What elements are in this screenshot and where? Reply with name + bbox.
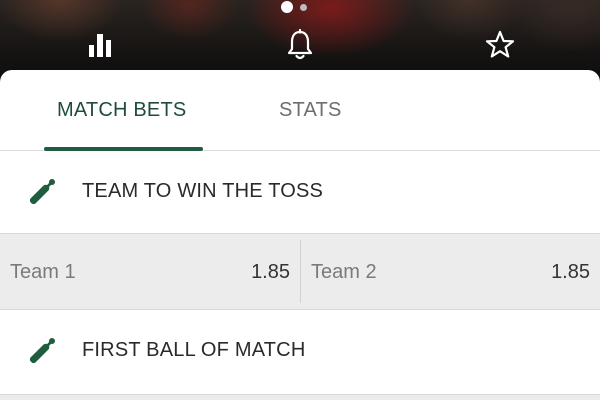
bell-icon[interactable] [282, 28, 318, 62]
bar-chart-icon[interactable] [82, 28, 118, 62]
selection-team-2[interactable]: Team 2 1.85 [301, 234, 600, 309]
selection-team-1[interactable]: Team 1 1.85 [0, 234, 300, 309]
next-row-edge [0, 394, 600, 400]
cricket-bat-icon [22, 333, 60, 371]
carousel-dots [281, 1, 307, 13]
selection-odds: 1.85 [251, 261, 290, 283]
star-icon[interactable] [482, 28, 518, 62]
tab-match-bets[interactable]: MATCH BETS [57, 99, 186, 127]
selection-odds: 1.85 [551, 261, 590, 283]
selection-name: Team 2 [311, 261, 377, 283]
odds-row: Team 1 1.85 Team 2 1.85 [0, 233, 600, 310]
market-header-first-ball[interactable]: FIRST BALL OF MATCH [0, 310, 600, 394]
carousel-dot-inactive[interactable] [300, 3, 307, 11]
market-title: TEAM TO WIN THE TOSS [82, 180, 324, 202]
carousel-dot-active[interactable] [281, 1, 293, 13]
tab-stats[interactable]: STATS [279, 99, 341, 127]
market-title: FIRST BALL OF MATCH [82, 339, 306, 361]
selection-name: Team 1 [10, 261, 76, 283]
tab-bar: MATCH BETS STATS [0, 70, 600, 151]
bets-card: MATCH BETS STATS TEAM TO WIN THE TOSS Te… [0, 70, 600, 400]
cricket-bat-icon [22, 174, 60, 212]
market-header-toss[interactable]: TEAM TO WIN THE TOSS [0, 151, 600, 235]
match-screen: MATCH BETS STATS TEAM TO WIN THE TOSS Te… [0, 0, 600, 400]
